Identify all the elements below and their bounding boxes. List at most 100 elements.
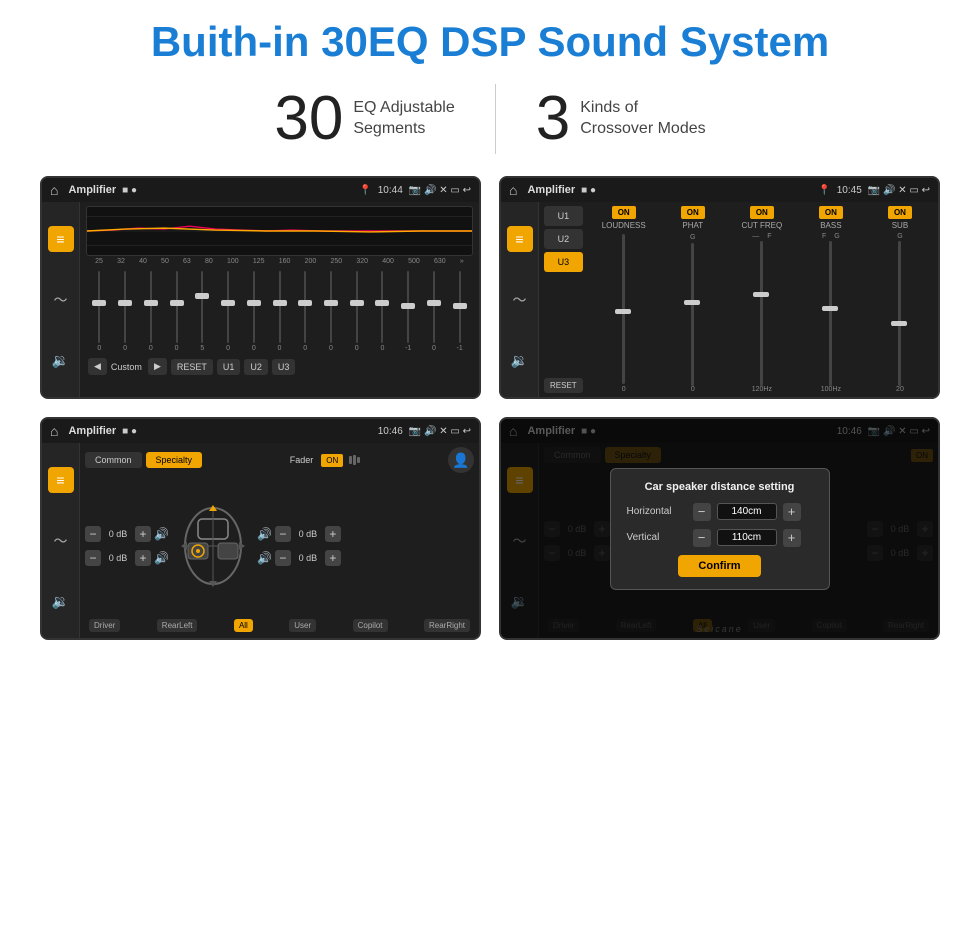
specialty-screen-body: ≡ 〜 🔉 Common Specialty Fader ON xyxy=(42,443,479,638)
slider-80: 0 xyxy=(217,271,240,352)
fader-bars xyxy=(349,455,360,465)
loudness-on[interactable]: ON xyxy=(612,206,636,219)
slider-320: 0 xyxy=(371,271,394,352)
crossover-reset-btn[interactable]: RESET xyxy=(544,378,583,393)
slider-100: 0 xyxy=(242,271,265,352)
all-btn[interactable]: All xyxy=(234,619,253,632)
preset-u3[interactable]: U3 xyxy=(544,252,583,272)
rr-minus[interactable]: − xyxy=(275,550,291,566)
main-title: Buith-in 30EQ DSP Sound System xyxy=(151,18,829,66)
eq-status-bar: ⌂ Amplifier ■ ● 📍 10:44 📷 🔊 ✕ ▭ ↩ xyxy=(42,178,479,202)
stat-crossover: 3 Kinds ofCrossover Modes xyxy=(496,88,746,150)
vertical-plus-btn[interactable]: + xyxy=(783,529,801,547)
crossover-presets: U1 U2 U3 RESET xyxy=(544,206,583,393)
eq-main: 2532405063 80100125160200 25032040050063… xyxy=(80,202,479,397)
eq-bottom-bar: ◀ Custom ▶ RESET U1 U2 U3 xyxy=(86,354,473,377)
rl-minus[interactable]: − xyxy=(85,550,101,566)
crossover-channels: ON LOUDNESS 0 ON PHAT xyxy=(591,206,933,393)
specialty-app-title: Amplifier xyxy=(68,425,116,437)
bass-on[interactable]: ON xyxy=(819,206,843,219)
front-left-vol: − 0 dB + 🔊 xyxy=(85,526,169,542)
channel-sub: ON SUB G 20 xyxy=(867,206,933,393)
fl-minus[interactable]: − xyxy=(85,526,101,542)
rl-plus[interactable]: + xyxy=(135,550,151,566)
horizontal-value: 140cm xyxy=(717,503,777,520)
slider-40: 0 xyxy=(139,271,162,352)
vertical-minus-btn[interactable]: − xyxy=(693,529,711,547)
rr-speaker-icon: 🔊 xyxy=(257,551,272,565)
home-icon-2[interactable]: ⌂ xyxy=(509,182,517,198)
wave-icon-2[interactable]: 〜 xyxy=(507,287,533,313)
eq-label: EQ AdjustableSegments xyxy=(353,98,454,140)
fader-label: Fader xyxy=(290,455,314,465)
crossover-label: Kinds ofCrossover Modes xyxy=(580,98,705,140)
speaker-icon[interactable]: 🔉 xyxy=(48,348,74,374)
channel-loudness: ON LOUDNESS 0 xyxy=(591,206,657,393)
slider-32: 0 xyxy=(114,271,137,352)
preset-u2[interactable]: U2 xyxy=(544,229,583,249)
home-icon[interactable]: ⌂ xyxy=(50,182,58,198)
confirm-button[interactable]: Confirm xyxy=(678,555,760,577)
eq-app-title: Amplifier xyxy=(68,184,116,196)
user-btn[interactable]: User xyxy=(289,619,316,632)
fl-plus[interactable]: + xyxy=(135,526,151,542)
vertical-label: Vertical xyxy=(627,532,687,543)
speaker-labels: Driver RearLeft All User Copilot RearRig… xyxy=(85,617,474,634)
eq-u3-btn[interactable]: U3 xyxy=(272,359,296,375)
eq-custom-label: Custom xyxy=(111,362,142,372)
channel-bass: ON BASS FG 100Hz xyxy=(798,206,864,393)
tab-common[interactable]: Common xyxy=(85,452,142,468)
rear-left-vol: − 0 dB + 🔊 xyxy=(85,550,169,566)
tab-specialty[interactable]: Specialty xyxy=(146,452,203,468)
specialty-status-bar: ⌂ Amplifier ■ ● 10:46 📷 🔊 ✕ ▭ ↩ xyxy=(42,419,479,443)
fr-minus[interactable]: − xyxy=(275,526,291,542)
slider-500: 0 xyxy=(423,271,446,352)
eq-reset-btn[interactable]: RESET xyxy=(171,359,213,375)
rear-right-vol: 🔊 − 0 dB + xyxy=(257,550,341,566)
sub-on[interactable]: ON xyxy=(888,206,912,219)
distance-dialog: Car speaker distance setting Horizontal … xyxy=(610,468,830,590)
slider-630: -1 xyxy=(448,271,471,352)
eq-icon[interactable]: ≡ xyxy=(48,226,74,252)
eq-icon-3[interactable]: ≡ xyxy=(48,467,74,493)
eq-freq-labels: 2532405063 80100125160200 25032040050063… xyxy=(86,258,473,265)
rr-value: 0 dB xyxy=(294,553,322,563)
horizontal-minus-btn[interactable]: − xyxy=(693,503,711,521)
dialog-title: Car speaker distance setting xyxy=(627,481,813,493)
speaker-icon-3[interactable]: 🔉 xyxy=(48,589,74,615)
specialty-screen: ⌂ Amplifier ■ ● 10:46 📷 🔊 ✕ ▭ ↩ ≡ 〜 🔉 Co… xyxy=(40,417,481,640)
horizontal-plus-btn[interactable]: + xyxy=(783,503,801,521)
wave-icon-3[interactable]: 〜 xyxy=(48,528,74,554)
wave-icon[interactable]: 〜 xyxy=(48,287,74,313)
eq-icon-2[interactable]: ≡ xyxy=(507,226,533,252)
fl-value: 0 dB xyxy=(104,529,132,539)
copilot-btn[interactable]: Copilot xyxy=(353,619,388,632)
driver-btn[interactable]: Driver xyxy=(89,619,120,632)
preset-u1[interactable]: U1 xyxy=(544,206,583,226)
dialog-overlay: Car speaker distance setting Horizontal … xyxy=(501,419,938,638)
specialty-tabs: Common Specialty Fader ON 👤 xyxy=(85,447,474,473)
fr-speaker-icon: 🔊 xyxy=(257,527,272,541)
home-icon-3[interactable]: ⌂ xyxy=(50,423,58,439)
crossover-number: 3 xyxy=(536,88,570,150)
rr-plus[interactable]: + xyxy=(325,550,341,566)
eq-prev-btn[interactable]: ◀ xyxy=(88,358,107,375)
horizontal-row: Horizontal − 140cm + xyxy=(627,503,813,521)
front-right-vol: 🔊 − 0 dB + xyxy=(257,526,341,542)
channel-cutfreq: ON CUT FREQ —F 120Hz xyxy=(729,206,795,393)
specialty-sidebar: ≡ 〜 🔉 xyxy=(42,443,80,638)
fr-value: 0 dB xyxy=(294,529,322,539)
fr-plus[interactable]: + xyxy=(325,526,341,542)
eq-u1-btn[interactable]: U1 xyxy=(217,359,241,375)
eq-u2-btn[interactable]: U2 xyxy=(244,359,268,375)
rearright-btn[interactable]: RearRight xyxy=(424,619,470,632)
speaker-icon-2[interactable]: 🔉 xyxy=(507,348,533,374)
slider-25: 0 xyxy=(88,271,111,352)
cutfreq-on[interactable]: ON xyxy=(750,206,774,219)
slider-63: 5 xyxy=(191,271,214,352)
phat-on[interactable]: ON xyxy=(681,206,705,219)
eq-next-btn[interactable]: ▶ xyxy=(148,358,167,375)
vertical-value: 110cm xyxy=(717,529,777,546)
rearleft-btn[interactable]: RearLeft xyxy=(157,619,198,632)
user-icon[interactable]: 👤 xyxy=(448,447,474,473)
